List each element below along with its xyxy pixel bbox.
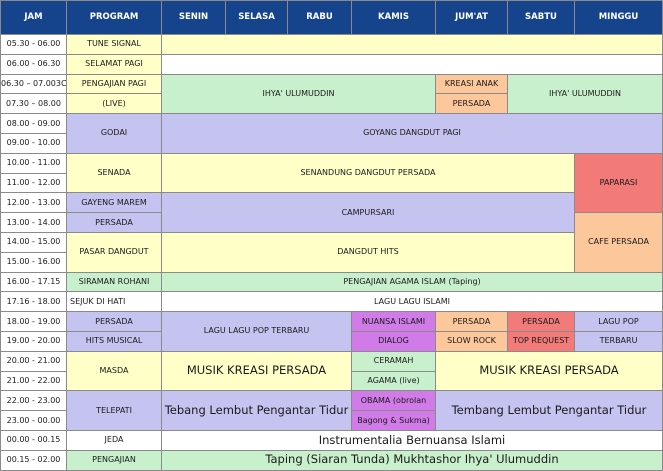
schedule-cell-ceramah-line1: CERAMAH bbox=[351, 350, 436, 372]
table-row: 05.30 - 06.00 TUNE SIGNAL bbox=[0, 34, 663, 55]
schedule-cell-dialog: DIALOG bbox=[351, 330, 436, 352]
schedule-cell-taping: Taping (Siaran Tunda) Mukhtashor Ihya' U… bbox=[161, 449, 663, 471]
header-jumat: JUM'AT bbox=[435, 0, 508, 35]
schedule-cell-campursari: CAMPURSARI bbox=[161, 192, 575, 233]
time-cell: 23.00 - 00.00 bbox=[0, 410, 67, 431]
time-cell: 14.00 - 15.00 bbox=[0, 231, 67, 253]
program-cell: TELEPATI bbox=[66, 390, 162, 431]
time-cell: 06.30 – 07.003C bbox=[0, 73, 67, 95]
program-cell: SIRAMAN ROHANI bbox=[66, 271, 162, 293]
schedule-cell-nuansa-islami: NUANSA ISLAMI bbox=[351, 311, 436, 332]
time-cell: 05.30 - 06.00 bbox=[0, 34, 67, 55]
time-cell: 10.00 - 11.00 bbox=[0, 152, 67, 174]
time-cell: 20.00 - 21.00 bbox=[0, 350, 67, 372]
schedule-cell-top-request-line1: PERSADA bbox=[507, 311, 575, 332]
schedule-cell-tebang-lembut: Tebang Lembut Pengantar Tidur bbox=[161, 390, 352, 431]
schedule-cell-lagu-islami: LAGU LAGU ISLAMI bbox=[161, 291, 663, 313]
table-row: 20.00 - 21.00 MASDA MUSIK KREASI PERSADA… bbox=[0, 350, 663, 392]
time-cell: 08.00 - 09.00 bbox=[0, 113, 67, 134]
time-cell: 17.16 - 18.00 bbox=[0, 291, 67, 313]
schedule-cell-dangdut-hits: DANGDUT HITS bbox=[161, 231, 575, 273]
program-cell: PASAR DANGDUT bbox=[66, 231, 162, 273]
schedule-cell-goyang-dangdut: GOYANG DANGDUT PAGI bbox=[161, 113, 663, 154]
program-cell: JEDA bbox=[66, 429, 162, 451]
program-cell: GODAI bbox=[66, 113, 162, 154]
time-cell: 00.00 - 00.15 bbox=[0, 429, 67, 451]
header-kamis: KAMIS bbox=[351, 0, 436, 35]
header-sabtu: SABTU bbox=[507, 0, 575, 35]
table-row: 18.00 - 19.00 PERSADA LAGU LAGU POP TERB… bbox=[0, 311, 663, 352]
time-cell: 00.15 - 02.00 bbox=[0, 449, 67, 471]
table-row: 00.15 - 02.00 PENGAJIAN Taping (Siaran T… bbox=[0, 449, 663, 471]
schedule-cell-ihya-weekday: IHYA' ULUMUDDIN bbox=[161, 73, 436, 115]
header-selasa: SELASA bbox=[225, 0, 288, 35]
schedule-cell-lagu-pop: LAGU LAGU POP TERBARU bbox=[161, 311, 352, 352]
header-rabu: RABU bbox=[287, 0, 352, 35]
program-cell: SEJUK DI HATI bbox=[66, 291, 162, 313]
table-row: 16.00 - 17.15 SIRAMAN ROHANI PENGAJIAN A… bbox=[0, 271, 663, 293]
program-cell: MASDA bbox=[66, 350, 162, 392]
schedule-cell-senandung: SENANDUNG DANGDUT PERSADA bbox=[161, 152, 575, 194]
schedule-cell-empty bbox=[161, 53, 663, 75]
program-cell: PENGAJIAN PAGI bbox=[66, 73, 162, 95]
schedule-cell-paparasi: PAPARASI bbox=[574, 152, 663, 214]
time-cell: 06.00 - 06.30 bbox=[0, 53, 67, 75]
table-row: 17.16 - 18.00 SEJUK DI HATI LAGU LAGU IS… bbox=[0, 291, 663, 313]
schedule-cell-lagu-pop-minggu-line1: LAGU POP bbox=[574, 311, 663, 332]
time-cell: 13.00 - 14.00 bbox=[0, 212, 67, 233]
time-cell: 07.30 – 08.00 bbox=[0, 93, 67, 115]
table-row: 06.30 – 07.003C PENGAJIAN PAGI IHYA' ULU… bbox=[0, 73, 663, 115]
table-row: 08.00 - 09.00 GODAI GOYANG DANGDUT PAGI bbox=[0, 113, 663, 154]
time-cell: 19.00 - 20.00 bbox=[0, 330, 67, 352]
schedule-cell-musik-kreasi-left: MUSIK KREASI PERSADA bbox=[161, 350, 352, 392]
header-minggu: MINGGU bbox=[574, 0, 663, 35]
schedule-cell-kreasi-anak-line1: KREASI ANAK bbox=[435, 73, 508, 95]
schedule-cell-pengajian-agama: PENGAJIAN AGAMA ISLAM (Taping) bbox=[161, 271, 663, 293]
time-cell: 22.00 - 23.00 bbox=[0, 390, 67, 412]
header-row: JAM PROGRAM SENIN SELASA RABU KAMIS JUM'… bbox=[0, 0, 663, 35]
table-row: 10.00 - 11.00 SENADA SENANDUNG DANGDUT P… bbox=[0, 152, 663, 214]
program-cell: PERSADA bbox=[66, 311, 162, 332]
program-cell: HITS MUSICAL bbox=[66, 330, 162, 352]
schedule-cell-obama-line1: OBAMA (obrolan bbox=[351, 390, 436, 412]
schedule-cell-top-request-line2: TOP REQUEST bbox=[507, 330, 575, 352]
schedule-cell-lagu-pop-minggu-line2: TERBARU bbox=[574, 330, 663, 352]
time-cell: 16.00 - 17.15 bbox=[0, 271, 67, 293]
schedule-table: JAM PROGRAM SENIN SELASA RABU KAMIS JUM'… bbox=[0, 0, 663, 471]
schedule-cell-musik-kreasi-right: MUSIK KREASI PERSADA bbox=[435, 350, 663, 392]
time-cell: 18.00 - 19.00 bbox=[0, 311, 67, 332]
program-cell: PERSADA bbox=[66, 212, 162, 233]
time-cell: 21.00 - 22.00 bbox=[0, 370, 67, 392]
time-cell: 11.00 - 12.00 bbox=[0, 172, 67, 194]
time-cell: 15.00 - 16.00 bbox=[0, 251, 67, 273]
schedule-cell-ihya-weekend: IHYA' ULUMUDDIN bbox=[507, 73, 663, 115]
schedule-cell-kreasi-anak-line2: PERSADA bbox=[435, 93, 508, 115]
program-cell: SENADA bbox=[66, 152, 162, 194]
header-jam: JAM bbox=[0, 0, 67, 35]
program-cell: GAYENG MAREM bbox=[66, 192, 162, 214]
schedule-cell-instrumentalia: Instrumentalia Bernuansa Islami bbox=[161, 429, 663, 451]
time-cell: 09.00 - 10.00 bbox=[0, 132, 67, 154]
schedule-cell-obama-line2: Bagong & Sukma) bbox=[351, 410, 436, 431]
table-row: 14.00 - 15.00 PASAR DANGDUT DANGDUT HITS bbox=[0, 231, 663, 273]
table-row: 06.00 - 06.30 SELAMAT PAGI bbox=[0, 53, 663, 75]
schedule-cell-ceramah-line2: AGAMA (live) bbox=[351, 370, 436, 392]
schedule-cell-slow-rock-line1: PERSADA bbox=[435, 311, 508, 332]
program-cell: (LIVE) bbox=[66, 93, 162, 115]
header-senin: SENIN bbox=[161, 0, 226, 35]
schedule-cell-cafe-persada: CAFE PERSADA bbox=[574, 212, 663, 273]
table-row: 22.00 - 23.00 TELEPATI Tebang Lembut Pen… bbox=[0, 390, 663, 431]
schedule-cell-slow-rock-line2: SLOW ROCK bbox=[435, 330, 508, 352]
schedule-cell-tembang-lembut: Tembang Lembut Pengantar Tidur bbox=[435, 390, 663, 431]
program-cell: TUNE SIGNAL bbox=[66, 34, 162, 55]
time-cell: 12.00 - 13.00 bbox=[0, 192, 67, 214]
header-program: PROGRAM bbox=[66, 0, 162, 35]
program-cell: PENGAJIAN bbox=[66, 449, 162, 471]
program-cell: SELAMAT PAGI bbox=[66, 53, 162, 75]
table-row: 12.00 - 13.00 GAYENG MAREM CAMPURSARI bbox=[0, 192, 663, 233]
table-row: 00.00 - 00.15 JEDA Instrumentalia Bernua… bbox=[0, 429, 663, 451]
schedule-cell-empty bbox=[161, 34, 663, 55]
